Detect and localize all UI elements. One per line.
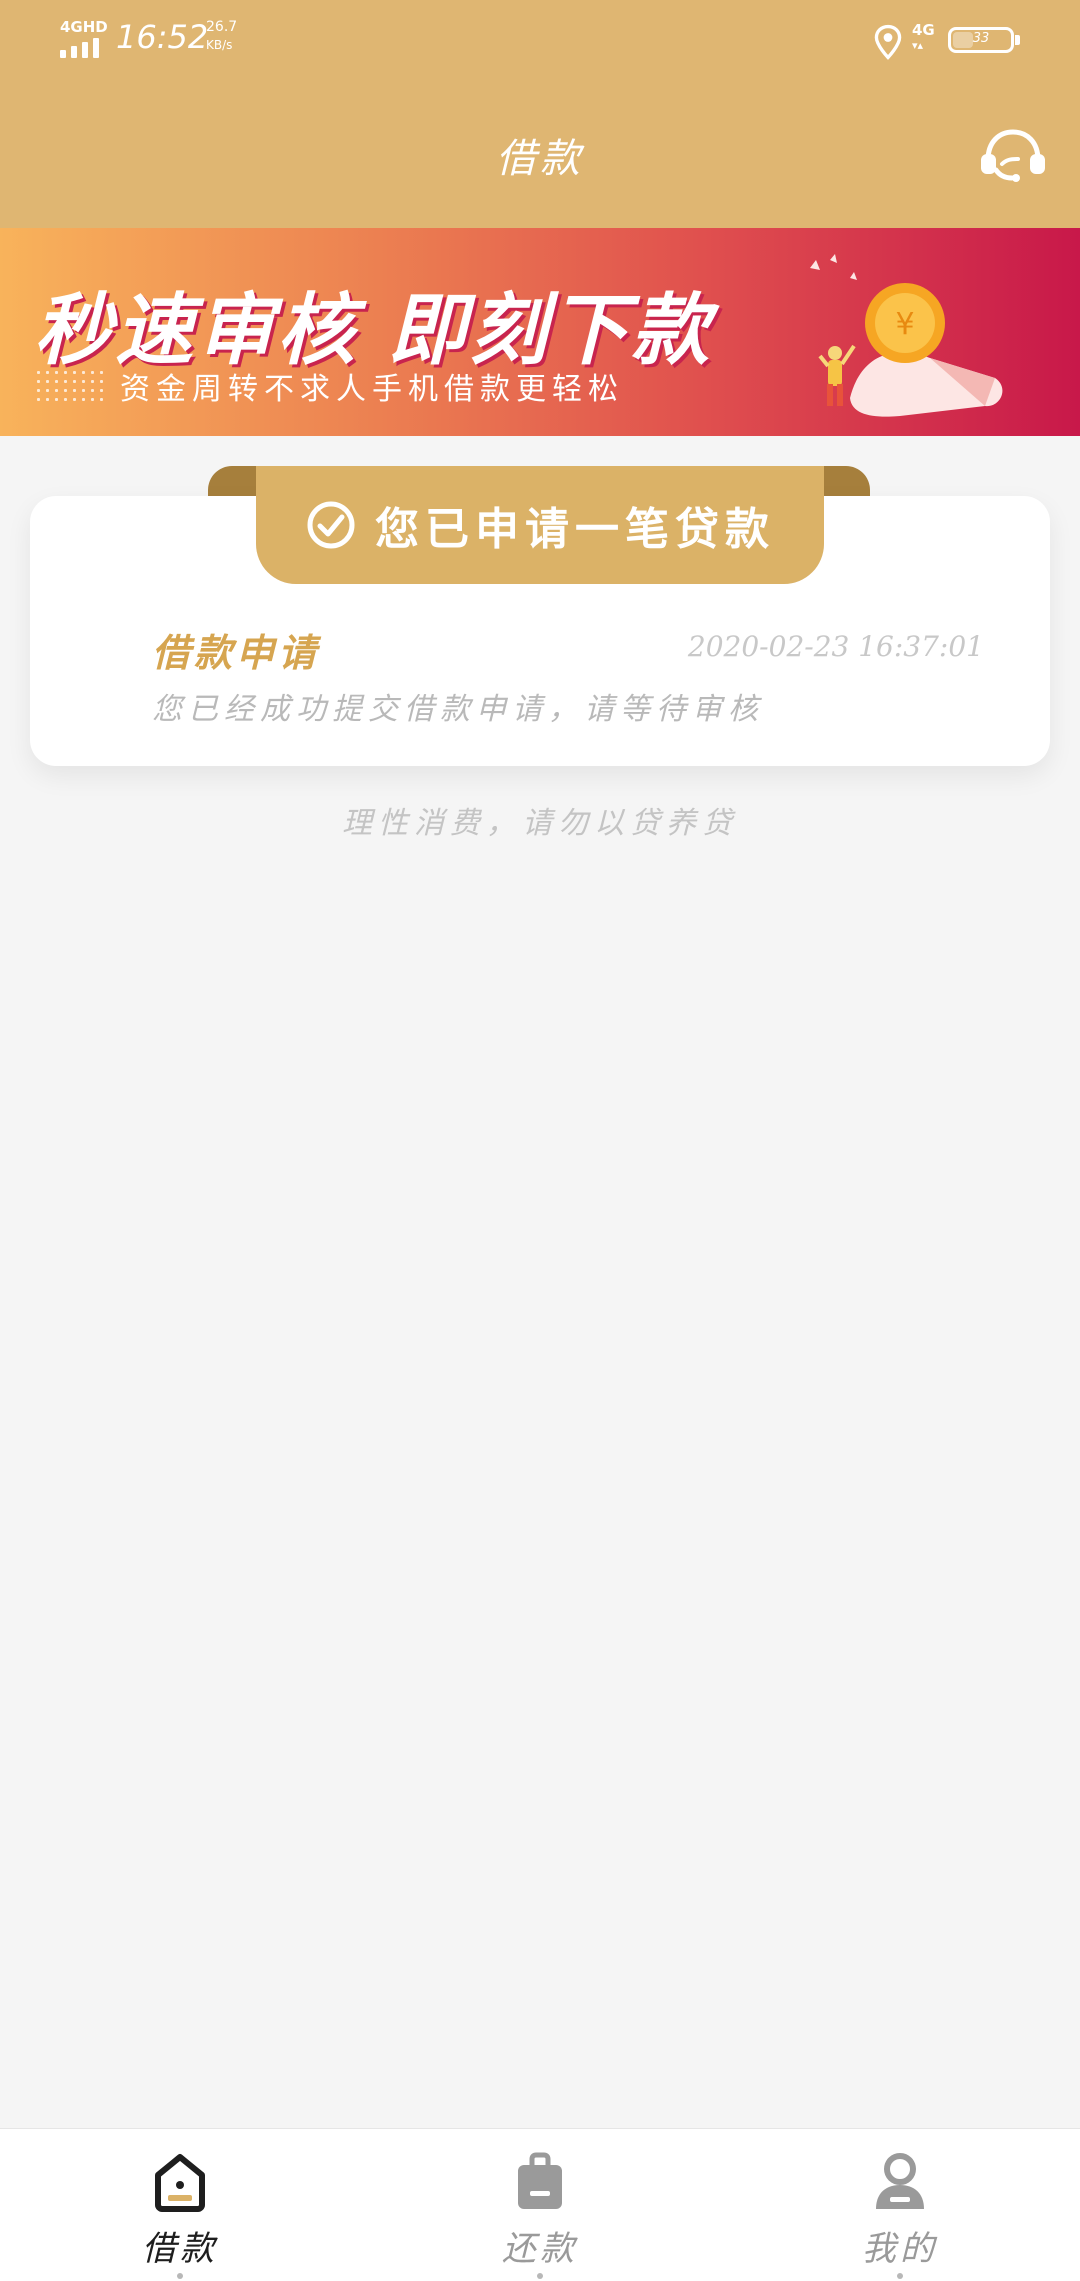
tab-loan[interactable]: 借款 xyxy=(0,2129,360,2281)
tab-label: 还款 xyxy=(502,2229,578,2269)
tab-dot xyxy=(537,2273,543,2279)
banner-dots xyxy=(34,368,104,402)
svg-text:¥: ¥ xyxy=(895,307,914,342)
signal-icon: 4GHD xyxy=(58,18,108,58)
card-title: 借款申请 xyxy=(152,630,321,675)
tab-dot xyxy=(897,2273,903,2279)
battery-icon: 33 xyxy=(948,27,1020,53)
data-arrows-icon: ▾▴ xyxy=(912,39,924,52)
net-type: 4G ▾▴ xyxy=(912,22,935,54)
battery-level: 33 xyxy=(972,31,990,46)
card-timestamp: 2020-02-23 16:37:01 xyxy=(687,630,984,663)
speed-unit: KB/s xyxy=(206,38,233,52)
ribbon-text: 您已申请一笔贷款 xyxy=(375,504,775,555)
network-speed: 26.7 KB/s xyxy=(206,18,237,54)
responsible-borrowing-notice: 理性消费，请勿以贷养贷 xyxy=(342,806,738,841)
tab-label: 借款 xyxy=(142,2229,218,2269)
status-bar: 4GHD 16:52 26.7 KB/s 4G ▾▴ 33 xyxy=(0,0,1080,80)
user-icon xyxy=(876,2153,924,2209)
header: 借款 xyxy=(0,80,1080,228)
bag-icon xyxy=(518,2152,562,2209)
tab-dot xyxy=(177,2273,183,2279)
status-time: 16:52 xyxy=(116,18,209,56)
speed-value: 26.7 xyxy=(206,19,238,35)
tab-label: 我的 xyxy=(862,2229,938,2269)
banner-subline: 资金周转不求人手机借款更轻松 xyxy=(120,372,624,407)
tab-repay[interactable]: 还款 xyxy=(360,2129,720,2281)
promo-banner[interactable]: 秒速审核 即刻下款 资金周转不求人手机借款更轻松 ¥ xyxy=(0,228,1080,436)
application-ribbon: 您已申请一笔贷款 xyxy=(256,466,824,584)
card-description: 您已经成功提交借款申请，请等待审核 xyxy=(152,692,764,727)
bottom-tab-bar: 借款 还款 我的 xyxy=(0,2128,1080,2281)
tab-mine[interactable]: 我的 xyxy=(720,2129,1080,2281)
network-tag: 4GHD xyxy=(60,18,108,36)
check-circle-icon xyxy=(307,501,355,549)
net-type-label: 4G xyxy=(912,21,935,39)
page-title: 借款 xyxy=(496,136,584,182)
coin-illustration-icon: ¥ xyxy=(810,254,1003,417)
location-icon xyxy=(874,24,902,60)
headset-icon[interactable] xyxy=(978,126,1048,186)
home-icon xyxy=(155,2154,205,2212)
